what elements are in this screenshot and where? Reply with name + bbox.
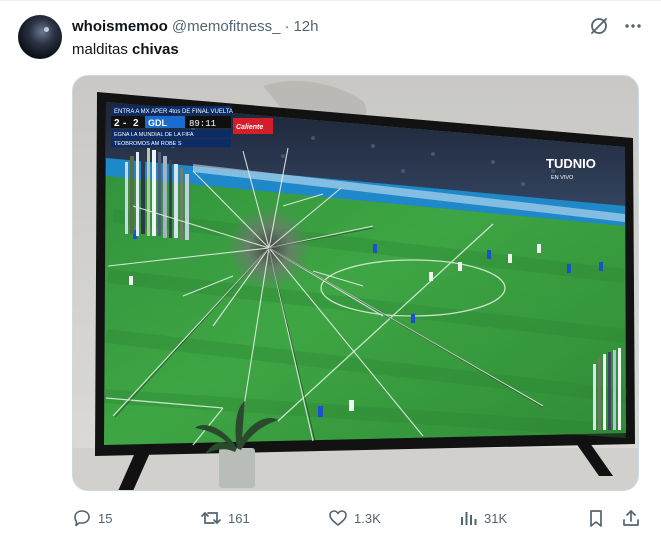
author-handle[interactable]: @memofitness_ <box>172 18 281 35</box>
tweet-text-plain: malditas <box>72 41 128 58</box>
tweet-text-bold: chivas <box>132 41 179 58</box>
scorebug-line1: ENTRA A MX APER 4tos DE FINAL VUELTA <box>114 109 233 115</box>
retweet-button[interactable]: 161 <box>200 507 250 529</box>
retweet-icon[interactable] <box>200 508 222 528</box>
grok-icon[interactable] <box>589 16 609 36</box>
tweet-photo[interactable]: ENTRA A MX APER 4tos DE FINAL VUELTA 2 -… <box>72 75 639 491</box>
bookmark-button[interactable] <box>586 507 606 529</box>
bookmark-icon[interactable] <box>586 508 606 528</box>
more-icon[interactable] <box>623 16 643 36</box>
like-icon[interactable] <box>328 508 348 528</box>
svg-text:-: - <box>123 118 126 129</box>
like-button[interactable]: 1.3K <box>328 507 381 529</box>
retweet-count: 161 <box>228 510 250 526</box>
score-team: GDL <box>148 118 168 128</box>
scorebug-line3: TEOBROMOS AM ROBE S <box>114 141 182 147</box>
broadcaster-logo: TUDNIO <box>546 156 596 171</box>
reply-icon[interactable] <box>72 508 92 528</box>
tweet-tools <box>589 15 643 37</box>
views-count: 31K <box>484 510 508 526</box>
broken-tv-photo: ENTRA A MX APER 4tos DE FINAL VUELTA 2 -… <box>73 76 638 490</box>
score-sponsor: Caliente <box>236 124 263 131</box>
separator-dot: · <box>284 17 290 35</box>
tweet-card[interactable]: whoismemoo @memofitness_ · 12h malditas … <box>0 0 661 547</box>
share-icon[interactable] <box>621 508 641 528</box>
timestamp[interactable]: 12h <box>293 18 318 35</box>
score-away: 2 <box>133 118 139 129</box>
score-clock: 89:11 <box>189 119 216 129</box>
avatar[interactable] <box>18 15 62 59</box>
share-button[interactable] <box>621 507 641 529</box>
reply-button[interactable]: 15 <box>72 507 112 529</box>
tweet-text: malditas chivas <box>72 40 179 60</box>
score-home: 2 <box>114 118 120 129</box>
tweet-actions: 15 161 1.3K 31K <box>72 507 644 529</box>
author-name[interactable]: whoismemoo <box>72 18 168 35</box>
like-count: 1.3K <box>354 510 381 526</box>
views-icon[interactable] <box>458 508 478 528</box>
broadcaster-sub: EN VIVO <box>551 175 574 181</box>
reply-count: 15 <box>98 510 113 526</box>
views-button[interactable]: 31K <box>458 507 507 529</box>
scorebug-line2: EGNA LA MUNDIAL DE LA FIFA <box>114 132 194 138</box>
tweet-header: whoismemoo @memofitness_ · 12h <box>72 15 319 37</box>
